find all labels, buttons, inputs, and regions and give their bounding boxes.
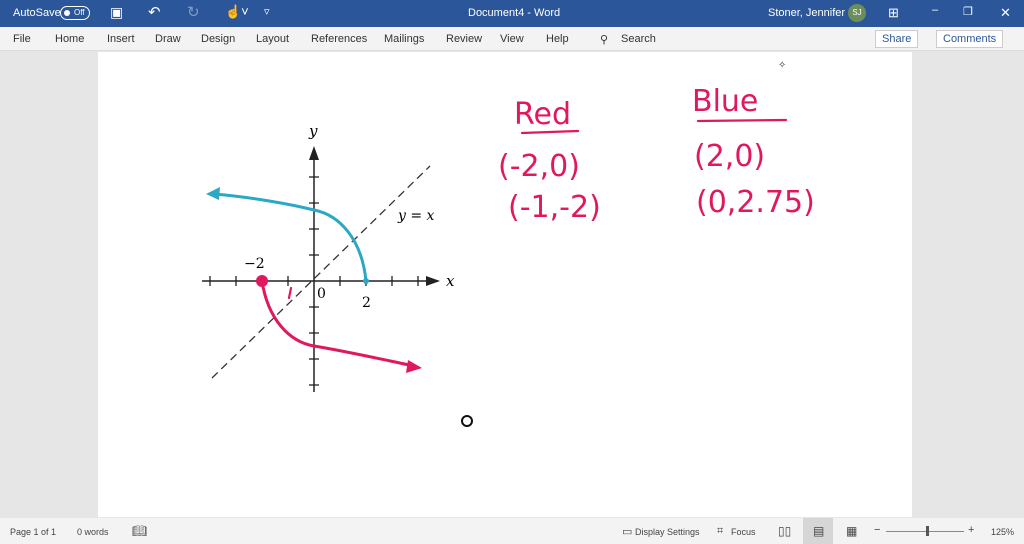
save-icon[interactable]: ▣ bbox=[110, 4, 123, 21]
print-layout-button[interactable]: ▤ bbox=[803, 518, 833, 544]
title-bar: AutoSave Off ▣ ↶ ↻ ☝˅ ▿ Document4 - Word… bbox=[0, 0, 1024, 27]
autosave-label: AutoSave bbox=[13, 7, 61, 19]
share-button[interactable]: Share bbox=[875, 30, 919, 48]
focus-button[interactable]: Focus bbox=[731, 527, 756, 537]
tab-references[interactable]: References bbox=[311, 33, 367, 45]
y-axis-label: y bbox=[308, 122, 318, 140]
document-page[interactable]: y x y = x −2 0 2 Red (-2,0) (-1,-2) Blue… bbox=[98, 52, 912, 517]
tab-layout[interactable]: Layout bbox=[256, 33, 289, 45]
word-count[interactable]: 0 words bbox=[77, 527, 109, 537]
search-box[interactable]: Search bbox=[621, 33, 656, 45]
user-name[interactable]: Stoner, Jennifer L bbox=[768, 7, 854, 19]
redo-icon[interactable]: ↻ bbox=[187, 3, 200, 21]
tab-mailings[interactable]: Mailings bbox=[384, 33, 424, 45]
touch-mode-icon[interactable]: ☝˅ bbox=[225, 4, 249, 20]
tab-help[interactable]: Help bbox=[546, 33, 569, 45]
red-arrow-icon bbox=[406, 360, 422, 373]
document-title: Document4 - Word bbox=[468, 7, 561, 19]
tick-label-neg2: −2 bbox=[244, 256, 265, 272]
focus-icon[interactable]: ⌗ bbox=[717, 525, 723, 538]
print-layout-icon: ▤ bbox=[813, 524, 825, 538]
proofing-icon[interactable]: 📖︎ bbox=[132, 524, 147, 538]
blue-point-2: (0,2.75) bbox=[696, 185, 815, 220]
comments-label: Comments bbox=[943, 33, 997, 45]
comments-button[interactable]: Comments bbox=[936, 30, 1004, 48]
red-mark bbox=[287, 286, 293, 300]
tab-draw[interactable]: Draw bbox=[155, 33, 181, 45]
document-canvas: y x y = x −2 0 2 Red (-2,0) (-1,-2) Blue… bbox=[202, 60, 815, 427]
tab-insert[interactable]: Insert bbox=[107, 33, 135, 45]
restore-icon[interactable]: ❐ bbox=[963, 5, 973, 18]
red-point-2: (-1,-2) bbox=[508, 190, 601, 225]
tick-label-2: 2 bbox=[362, 295, 371, 311]
tab-view[interactable]: View bbox=[500, 33, 524, 45]
blue-point-1: (2,0) bbox=[694, 139, 765, 174]
red-point-1: (-2,0) bbox=[498, 149, 580, 184]
zoom-slider[interactable] bbox=[886, 531, 964, 532]
blue-heading: Blue bbox=[692, 84, 758, 119]
close-icon[interactable]: ✕ bbox=[1000, 5, 1011, 21]
zoom-in-button[interactable]: + bbox=[968, 524, 974, 536]
pen-cursor-icon: ✧ bbox=[778, 60, 786, 71]
page-count[interactable]: Page 1 of 1 bbox=[10, 527, 56, 537]
minimize-icon[interactable]: – bbox=[932, 4, 938, 16]
web-layout-icon[interactable]: ▦ bbox=[846, 524, 857, 538]
blue-arrow-icon bbox=[206, 187, 220, 200]
display-settings-icon[interactable]: ▭ bbox=[622, 525, 632, 538]
blue-curve bbox=[213, 192, 368, 282]
ribbon-tabs: File Home Insert Draw Design Layout Refe… bbox=[0, 27, 1024, 51]
autosave-toggle[interactable]: Off bbox=[60, 6, 90, 20]
blue-underline bbox=[696, 118, 788, 123]
customize-qat-icon[interactable]: ▿ bbox=[264, 5, 270, 18]
tab-review[interactable]: Review bbox=[446, 33, 482, 45]
tab-design[interactable]: Design bbox=[201, 33, 235, 45]
share-label: Share bbox=[882, 33, 912, 45]
zoom-slider-thumb[interactable] bbox=[926, 526, 929, 536]
x-axis-label: x bbox=[446, 272, 455, 290]
tab-file[interactable]: File bbox=[13, 33, 31, 45]
read-mode-icon[interactable]: ▯▯ bbox=[778, 524, 791, 538]
blue-point bbox=[363, 278, 369, 284]
zoom-out-button[interactable]: − bbox=[874, 524, 880, 536]
display-settings-button[interactable]: Display Settings bbox=[635, 527, 700, 537]
x-axis-arrow-icon bbox=[426, 276, 440, 286]
status-bar: Page 1 of 1 0 words 📖︎ ▭ Display Setting… bbox=[0, 518, 1024, 544]
tab-home[interactable]: Home bbox=[55, 33, 84, 45]
red-point bbox=[256, 275, 268, 287]
y-axis-arrow-icon bbox=[309, 146, 319, 160]
tick-label-0: 0 bbox=[317, 286, 326, 302]
avatar[interactable]: SJ bbox=[848, 4, 866, 22]
ribbon-display-icon[interactable]: ⊞ bbox=[888, 5, 899, 21]
line-label: y = x bbox=[397, 208, 435, 224]
search-icon[interactable]: ⚲ bbox=[600, 33, 608, 46]
red-heading: Red bbox=[514, 97, 571, 132]
zoom-level[interactable]: 125% bbox=[991, 527, 1014, 537]
red-curve bbox=[260, 280, 415, 368]
undo-icon[interactable]: ↶ bbox=[148, 3, 161, 21]
cursor-icon bbox=[461, 415, 473, 427]
